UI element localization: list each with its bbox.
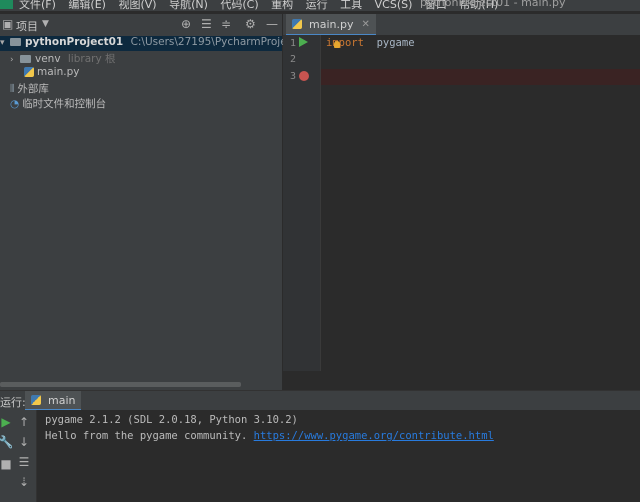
editor-gutter: 1 2 3 — [283, 35, 321, 371]
menu-file[interactable]: 文件(F) — [19, 0, 56, 11]
menu-view[interactable]: 视图(V) — [118, 0, 156, 11]
module-name: pygame — [376, 37, 415, 49]
code-editor[interactable]: import pygame — [321, 35, 640, 371]
pycharm-logo-icon — [0, 0, 13, 9]
menu-bar: 文件(F) 编辑(E) 视图(V) 导航(N) 代码(C) 重构 运行 工具 V… — [0, 0, 640, 11]
scroll-to-end-icon[interactable]: ⇣ — [16, 474, 32, 490]
run-label: 运行: — [0, 396, 26, 409]
venv-name: venv — [35, 53, 61, 65]
chevron-down-icon[interactable]: ▼ — [42, 19, 49, 29]
run-tab-label: main — [48, 393, 76, 407]
editor-tab-strip: main.py ✕ — [283, 14, 640, 36]
console-text: Hello from the pygame community. — [45, 430, 254, 442]
venv-tag: library 根 — [67, 53, 116, 65]
menu-tools[interactable]: 工具 — [340, 0, 362, 11]
expand-all-icon[interactable]: ☰ — [201, 17, 212, 31]
library-icon: ⫴ — [10, 83, 15, 95]
tree-row-venv[interactable]: › venv library 根 — [10, 51, 116, 66]
close-icon[interactable]: ✕ — [361, 19, 369, 30]
line-number: 3 — [289, 71, 296, 82]
run-tool-header: 运行: main — [0, 391, 640, 411]
run-console[interactable]: pygame 2.1.2 (SDL 2.0.18, Python 3.10.2)… — [37, 410, 640, 502]
contribute-link[interactable]: https://www.pygame.org/contribute.html — [254, 430, 494, 442]
menu-edit[interactable]: 编辑(E) — [68, 0, 106, 11]
keyword-import: import — [326, 37, 364, 49]
folder-icon — [20, 55, 31, 63]
scratches-icon: ◔ — [10, 98, 20, 110]
python-file-icon — [292, 19, 302, 29]
menu-refactor[interactable]: 重构 — [271, 0, 293, 11]
soft-wrap-icon[interactable]: ☰ — [16, 454, 32, 470]
console-line-1: pygame 2.1.2 (SDL 2.0.18, Python 3.10.2) — [45, 414, 298, 426]
horizontal-scrollbar[interactable] — [0, 382, 241, 387]
project-tree: ▾ pythonProject01 C:\Users\27195\PycharmP… — [0, 35, 392, 390]
python-file-icon — [31, 395, 41, 405]
tree-row-project-root[interactable]: ▾ pythonProject01 C:\Users\27195\PycharmP… — [0, 36, 392, 51]
folder-icon — [10, 38, 21, 46]
tree-row-scratches[interactable]: ◔ 临时文件和控制台 — [10, 96, 106, 111]
run-tab-main[interactable]: main — [25, 391, 82, 411]
project-root-name: pythonProject01 — [25, 36, 124, 48]
hide-icon[interactable]: — — [266, 17, 278, 31]
chevron-right-icon[interactable]: › — [10, 55, 20, 65]
file-name: main.py — [37, 66, 80, 78]
project-tool-header: ▣ 项目 ▼ ⊕ ☰ ≑ ⚙ — — [0, 14, 282, 36]
up-arrow-icon[interactable]: ↑ — [16, 414, 32, 430]
breakpoint-icon[interactable] — [299, 71, 309, 81]
menu-navigate[interactable]: 导航(N) — [169, 0, 208, 11]
menu-code[interactable]: 代码(C) — [220, 0, 258, 11]
run-toolbar: ↑ ↓ ☰ ⇣ — [12, 410, 37, 502]
breakpoint-line-highlight — [321, 69, 640, 85]
window-title: pythonProject01 - main.py — [420, 0, 566, 9]
lightbulb-icon[interactable] — [334, 41, 340, 48]
editor-bottom-area — [283, 371, 640, 390]
project-label[interactable]: 项目 — [16, 18, 38, 34]
tree-row-main-py[interactable]: main.py — [24, 66, 79, 81]
collapse-all-icon[interactable]: ≑ — [221, 17, 231, 31]
python-file-icon — [24, 67, 34, 77]
chevron-down-icon[interactable]: ▾ — [0, 38, 10, 48]
tree-row-external-libraries[interactable]: ⫴ 外部库 — [10, 81, 49, 96]
run-gutter-icon[interactable] — [299, 37, 308, 47]
menu-run[interactable]: 运行 — [306, 0, 328, 11]
console-line-2: Hello from the pygame community. https:/… — [45, 430, 494, 442]
project-view-icon[interactable]: ▣ — [2, 17, 13, 31]
tab-label: main.py — [309, 17, 354, 31]
gear-icon[interactable]: ⚙ — [245, 17, 256, 31]
scratches-label: 临时文件和控制台 — [22, 98, 107, 110]
line-number: 2 — [289, 54, 296, 65]
line-number: 1 — [289, 38, 296, 49]
menu-vcs[interactable]: VCS(S) — [375, 0, 413, 11]
down-arrow-icon[interactable]: ↓ — [16, 434, 32, 450]
tab-main-py[interactable]: main.py ✕ — [286, 14, 376, 36]
external-libraries-label: 外部库 — [17, 83, 49, 95]
run-side-toolbar: ▶ 🔧 ■ — [0, 410, 13, 502]
locate-file-icon[interactable]: ⊕ — [181, 17, 191, 31]
